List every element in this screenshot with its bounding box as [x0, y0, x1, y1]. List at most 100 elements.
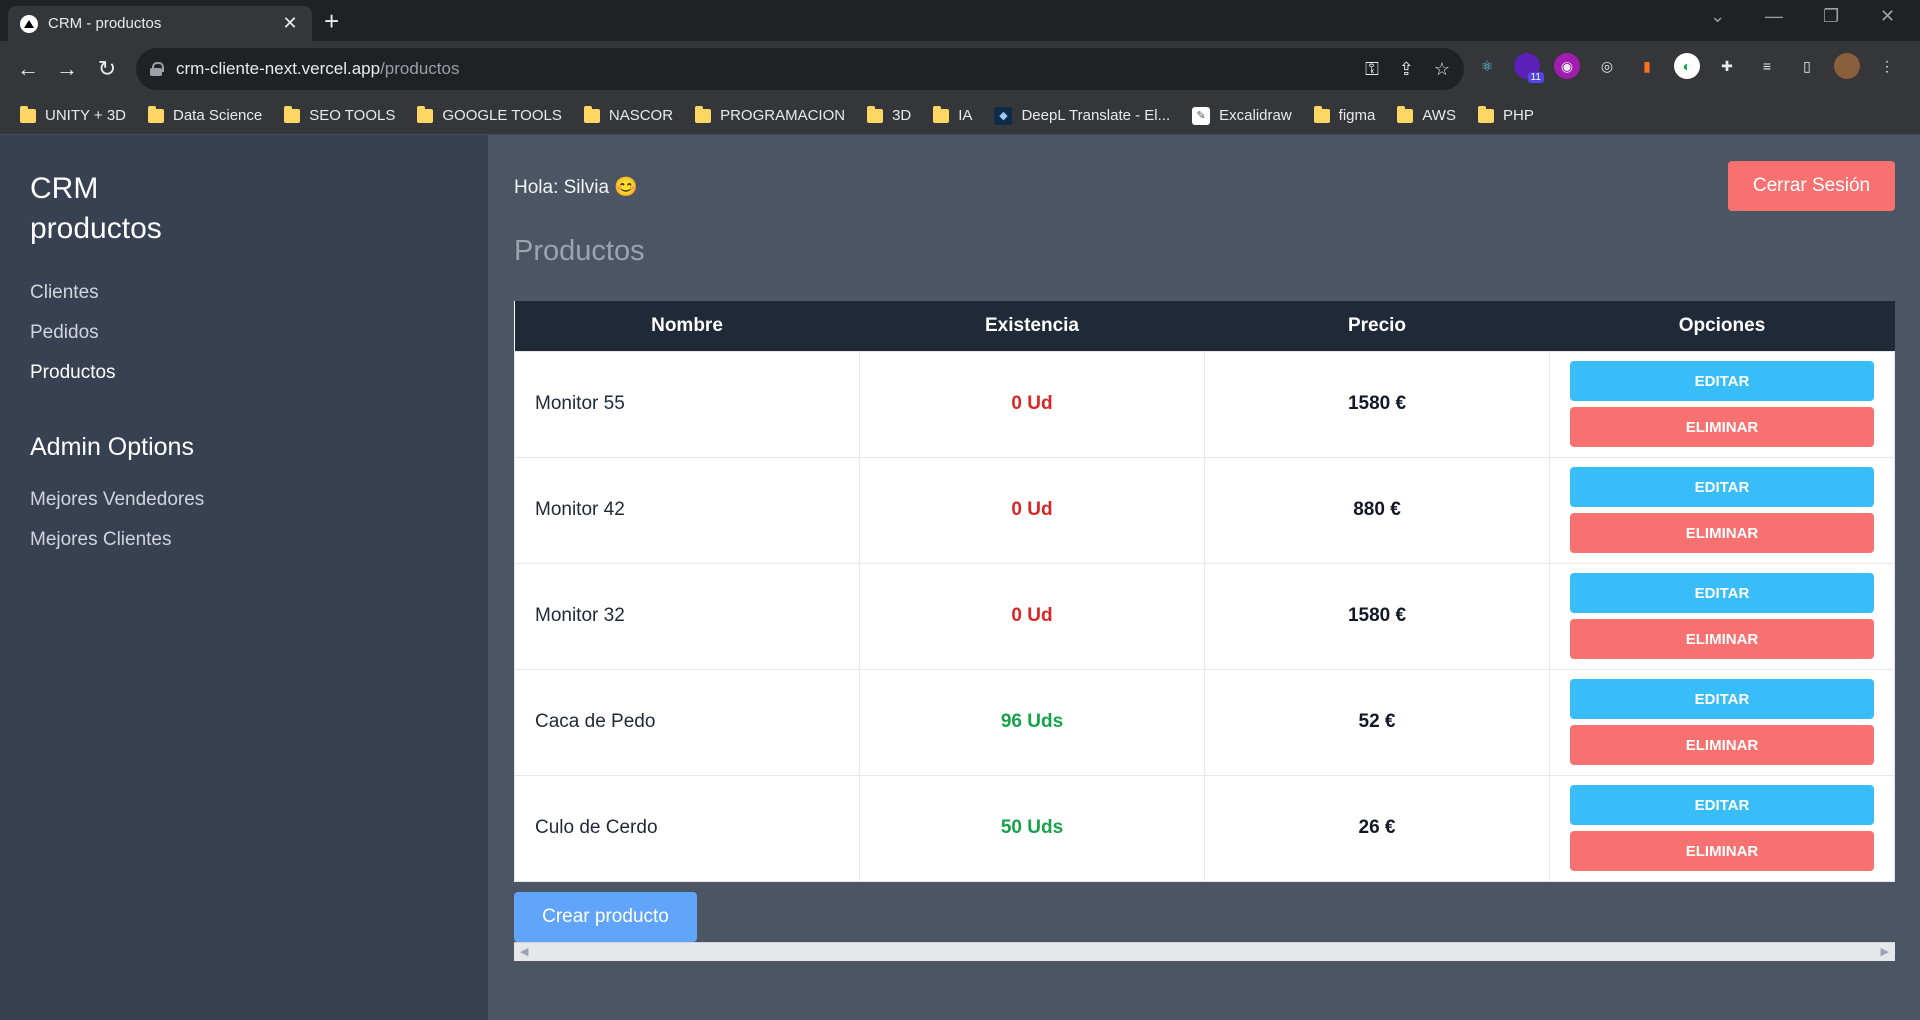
extension-badge-count: 11	[1527, 72, 1544, 83]
extension-icon[interactable]: ◉	[1554, 53, 1580, 79]
product-options: EDITAR ELIMINAR	[1549, 774, 1895, 882]
edit-button[interactable]: EDITAR	[1570, 573, 1874, 613]
scroll-left-icon[interactable]: ◀	[520, 945, 528, 958]
key-icon[interactable]: ⚿	[1365, 59, 1379, 80]
product-price: 880 €	[1204, 456, 1550, 564]
table-row: Culo de Cerdo 50 Uds 26 € EDITAR ELIMINA…	[514, 774, 1895, 882]
target-extension-icon[interactable]: ◎	[1594, 53, 1620, 79]
edit-button[interactable]: EDITAR	[1570, 361, 1874, 401]
product-stock: 50 Uds	[859, 774, 1205, 882]
folder-icon	[1477, 105, 1494, 123]
horizontal-scrollbar[interactable]: ◀ ▶	[514, 942, 1895, 961]
delete-button[interactable]: ELIMINAR	[1570, 513, 1874, 553]
delete-button[interactable]: ELIMINAR	[1570, 725, 1874, 765]
product-options: EDITAR ELIMINAR	[1549, 456, 1895, 564]
profile-avatar[interactable]	[1834, 53, 1860, 79]
forward-icon[interactable]: →	[51, 53, 83, 85]
product-name: Monitor 42	[514, 456, 860, 564]
extensions-bar: ⚛ 11 ◉ ◎ ▮ ◐ ✚ ≡ ▯ ⋮	[1474, 53, 1900, 83]
bookmark-item[interactable]: NASCOR	[583, 105, 673, 124]
folder-icon	[284, 105, 301, 123]
folder-icon	[417, 105, 434, 123]
sidebar-item-mejores-vendedores[interactable]: Mejores Vendedores	[30, 480, 458, 520]
bookmark-star-icon[interactable]: ☆	[1434, 59, 1450, 80]
browser-tabstrip: CRM - productos ✕ + ⌄ — ❐ ✕	[0, 0, 1920, 41]
product-price: 1580 €	[1204, 350, 1550, 458]
media-control-icon[interactable]: ≡	[1754, 53, 1780, 79]
product-stock: 0 Ud	[859, 562, 1205, 670]
delete-button[interactable]: ELIMINAR	[1570, 619, 1874, 659]
page-title: Productos	[514, 235, 645, 267]
tab-title: CRM - productos	[48, 15, 162, 32]
bookmark-item[interactable]: PROGRAMACION	[695, 105, 845, 124]
app-brand: CRM productos	[30, 172, 162, 245]
url-host: crm-cliente-next.vercel.app	[176, 59, 381, 78]
sidebar: CRM productos Clientes Pedidos Productos…	[0, 135, 488, 1020]
browser-tab[interactable]: CRM - productos ✕	[8, 6, 312, 41]
product-stock: 96 Uds	[859, 668, 1205, 776]
back-icon[interactable]: ←	[12, 53, 44, 85]
color-extension-icon[interactable]: ◐	[1674, 53, 1700, 79]
main-content: Hola: Silvia 😊 Cerrar Sesión Productos N…	[488, 135, 1920, 1020]
puzzle-extensions-icon[interactable]: ✚	[1714, 53, 1740, 79]
sidebar-item-clientes[interactable]: Clientes	[30, 273, 458, 313]
scroll-right-icon[interactable]: ▶	[1881, 945, 1889, 958]
sidebar-item-pedidos[interactable]: Pedidos	[30, 313, 458, 353]
side-panel-icon[interactable]: ▯	[1794, 53, 1820, 79]
bookmark-item[interactable]: AWS	[1397, 105, 1456, 124]
product-options: EDITAR ELIMINAR	[1549, 562, 1895, 670]
bookmark-item[interactable]: ✎ Excalidraw	[1192, 106, 1292, 125]
extension-badge-icon[interactable]: 11	[1514, 53, 1544, 83]
extension-orange-icon[interactable]: ▮	[1634, 53, 1660, 79]
tab-close-icon[interactable]: ✕	[280, 13, 300, 34]
tab-search-icon[interactable]: ⌄	[1710, 6, 1725, 27]
table-row: Monitor 55 0 Ud 1580 € EDITAR ELIMINAR	[514, 350, 1895, 458]
bookmark-item[interactable]: GOOGLE TOOLS	[417, 105, 562, 124]
edit-button[interactable]: EDITAR	[1570, 467, 1874, 507]
folder-icon	[933, 105, 950, 123]
bookmark-item[interactable]: PHP	[1477, 105, 1534, 124]
menu-icon[interactable]: ⋮	[1874, 53, 1900, 79]
share-icon[interactable]: ⇪	[1399, 59, 1414, 80]
bookmark-item[interactable]: SEO TOOLS	[284, 105, 395, 124]
folder-icon	[583, 105, 600, 123]
delete-button[interactable]: ELIMINAR	[1570, 407, 1874, 447]
bookmark-item[interactable]: IA	[933, 105, 972, 124]
user-greeting: Hola: Silvia 😊	[514, 177, 638, 198]
react-devtools-icon[interactable]: ⚛	[1474, 53, 1500, 79]
folder-icon	[148, 105, 164, 123]
close-window-icon[interactable]: ✕	[1880, 6, 1895, 27]
folder-icon	[1397, 105, 1414, 123]
bookmark-item[interactable]: 3D	[867, 105, 911, 124]
bookmark-item[interactable]: figma	[1313, 105, 1375, 124]
logout-button[interactable]: Cerrar Sesión	[1728, 161, 1895, 211]
sidebar-item-mejores-clientes[interactable]: Mejores Clientes	[30, 520, 458, 560]
create-product-button[interactable]: Crear producto	[514, 892, 697, 942]
bookmark-item[interactable]: UNITY + 3D	[20, 105, 126, 124]
browser-toolbar: ← → ↻ crm-cliente-next.vercel.app /produ…	[0, 41, 1920, 97]
product-name: Caca de Pedo	[514, 668, 860, 776]
folder-icon	[1313, 105, 1330, 123]
deepl-icon: ◆	[994, 106, 1013, 125]
address-bar[interactable]: crm-cliente-next.vercel.app /productos ⚿…	[136, 48, 1464, 90]
edit-button[interactable]: EDITAR	[1570, 785, 1874, 825]
reload-icon[interactable]: ↻	[91, 53, 123, 85]
product-price: 26 €	[1204, 774, 1550, 882]
folder-icon	[695, 105, 712, 123]
bookmark-item[interactable]: ◆ DeepL Translate - El...	[994, 106, 1170, 125]
table-row: Caca de Pedo 96 Uds 52 € EDITAR ELIMINAR	[514, 668, 1895, 776]
products-table: Nombre Existencia Precio Opciones Monito…	[514, 301, 1895, 882]
lock-icon	[150, 62, 164, 76]
minimize-icon[interactable]: —	[1765, 6, 1783, 27]
restore-icon[interactable]: ❐	[1823, 6, 1839, 27]
column-header-precio: Precio	[1204, 301, 1550, 351]
product-options: EDITAR ELIMINAR	[1549, 668, 1895, 776]
new-tab-icon[interactable]: +	[324, 8, 339, 34]
edit-button[interactable]: EDITAR	[1570, 679, 1874, 719]
sidebar-item-productos[interactable]: Productos	[30, 353, 458, 393]
column-header-opciones: Opciones	[1549, 301, 1895, 351]
table-row: Monitor 32 0 Ud 1580 € EDITAR ELIMINAR	[514, 562, 1895, 670]
bookmark-item[interactable]: Data Science	[148, 105, 262, 124]
product-name: Monitor 55	[514, 350, 860, 458]
delete-button[interactable]: ELIMINAR	[1570, 831, 1874, 871]
